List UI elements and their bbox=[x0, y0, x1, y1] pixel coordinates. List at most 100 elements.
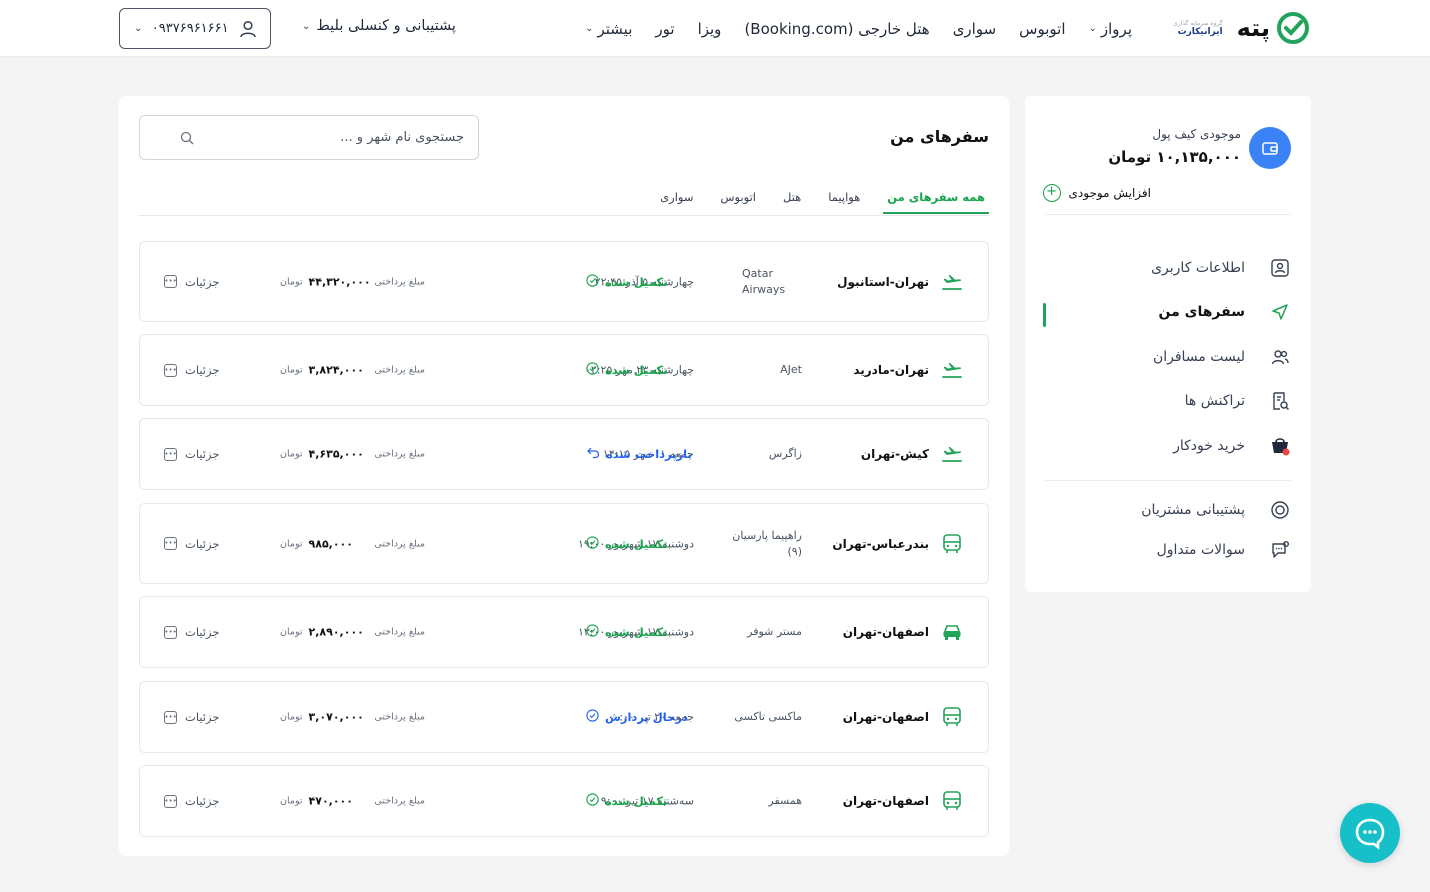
check-circle-icon bbox=[586, 709, 599, 725]
trip-status-label: تکمیل شده bbox=[605, 536, 668, 551]
trip-carrier: همسفر bbox=[768, 794, 802, 807]
tab-bus[interactable]: اتوبوس bbox=[716, 186, 760, 212]
details-button[interactable]: ••• جزئیات bbox=[164, 447, 219, 461]
details-button[interactable]: ••• جزئیات bbox=[164, 710, 219, 724]
details-label: جزئیات bbox=[185, 625, 220, 639]
search-box[interactable] bbox=[139, 115, 479, 160]
pateh-logo-icon bbox=[1277, 12, 1309, 44]
user-account-button[interactable]: ۰۹۳۷۶۹۶۱۶۶۱ ⌄ bbox=[119, 8, 271, 49]
trip-carrier: Qatar Airways bbox=[742, 266, 786, 296]
check-circle-icon bbox=[586, 793, 599, 809]
search-input[interactable] bbox=[194, 130, 464, 145]
users-icon bbox=[1269, 346, 1291, 368]
trip-status: تکمیل شده bbox=[586, 535, 668, 552]
trip-amount: تومان ۴,۶۳۵,۰۰۰ bbox=[280, 448, 364, 461]
nav-more[interactable]: بیشتر ⌄ bbox=[585, 20, 632, 38]
more-icon: ••• bbox=[164, 363, 177, 377]
sidebar-item-support[interactable]: پشتیبانی مشتریان bbox=[1045, 495, 1291, 525]
amount-value: ۴,۶۳۵,۰۰۰ bbox=[308, 447, 364, 461]
trip-status-label: تکمیل شده bbox=[605, 363, 668, 377]
currency-label: تومان bbox=[280, 448, 303, 460]
bus-icon bbox=[941, 533, 963, 555]
nav-car[interactable]: سواری bbox=[953, 20, 996, 38]
details-label: جزئیات bbox=[185, 447, 220, 461]
details-button[interactable]: ••• جزئیات bbox=[164, 275, 219, 289]
amount-value: ۳,۸۲۴,۰۰۰ bbox=[308, 363, 364, 377]
check-circle-icon bbox=[586, 535, 599, 552]
support-icon bbox=[1269, 499, 1291, 521]
divider bbox=[1045, 480, 1291, 481]
trip-carrier: مستر شوفر bbox=[747, 625, 802, 638]
details-button[interactable]: ••• جزئیات bbox=[164, 363, 219, 377]
pay-label: مبلغ پرداختی bbox=[374, 711, 425, 723]
trip-status: درحال پردازش bbox=[586, 709, 688, 725]
chevron-down-icon: ⌄ bbox=[585, 23, 594, 34]
add-balance-button[interactable]: افزایش موجودی + bbox=[1042, 184, 1151, 202]
sidebar-item-transactions[interactable]: تراکنش ها bbox=[1045, 386, 1291, 416]
details-label: جزئیات bbox=[185, 274, 220, 289]
trip-status: بازپرداخت شده bbox=[586, 446, 692, 462]
tab-plane[interactable]: هواپیما bbox=[824, 186, 864, 212]
chevron-down-icon: ⌄ bbox=[134, 23, 143, 34]
amount-value: ۳,۰۷۰,۰۰۰ bbox=[308, 710, 364, 724]
trip-status-label: درحال پردازش bbox=[605, 710, 688, 724]
details-button[interactable]: ••• جزئیات bbox=[164, 794, 219, 808]
trip-status: تکمیل شده bbox=[586, 362, 667, 378]
nav-hotel[interactable]: هتل خارجی (Booking.com) bbox=[744, 20, 929, 38]
more-icon: ••• bbox=[164, 447, 177, 461]
trip-amount: تومان ۴۷۰,۰۰۰ bbox=[280, 795, 353, 808]
trip-status-label: تکمیل شده bbox=[605, 625, 668, 639]
plane-icon bbox=[941, 359, 963, 381]
nav-visa[interactable]: ویزا bbox=[698, 20, 722, 38]
nav-bus[interactable]: اتوبوس bbox=[1019, 20, 1065, 38]
trip-route: اصفهان-تهران bbox=[842, 625, 929, 639]
partner-badge: گروه سرمایه گذاری ایرانیکارت bbox=[1173, 20, 1223, 37]
trip-status-label: تکمیل شده bbox=[605, 794, 668, 808]
refund-icon bbox=[586, 446, 600, 462]
trip-row: تهران-استانبول Qatar Airways چهارشنبه ۵ … bbox=[139, 241, 989, 322]
trip-route: بندرعباس-تهران bbox=[832, 536, 929, 551]
tab-car[interactable]: سواری bbox=[656, 186, 697, 212]
nav-tour-label: تور bbox=[655, 19, 675, 38]
support-dropdown[interactable]: پشتیبانی و کنسلی بلیط ⌄ bbox=[302, 18, 456, 34]
chevron-down-icon: ⌄ bbox=[1088, 23, 1097, 34]
search-icon bbox=[180, 131, 194, 144]
details-button[interactable]: ••• جزئیات bbox=[164, 625, 219, 639]
user-phone: ۰۹۳۷۶۹۶۱۶۶۱ bbox=[151, 21, 229, 36]
user-icon bbox=[240, 20, 256, 37]
trip-status: تکمیل شده bbox=[586, 624, 667, 640]
trip-route: کیش-تهران bbox=[860, 447, 929, 461]
chat-button[interactable] bbox=[1340, 803, 1400, 863]
trip-amount: تومان ۳,۸۲۴,۰۰۰ bbox=[280, 364, 364, 377]
sidebar-item-label: تراکنش ها bbox=[1184, 393, 1245, 409]
more-icon: ••• bbox=[164, 794, 177, 808]
trip-amount: تومان ۴۴,۳۲۰,۰۰۰ bbox=[280, 275, 371, 288]
sidebar-item-label: سفرهای من bbox=[1158, 304, 1246, 320]
chevron-down-icon: ⌄ bbox=[302, 20, 311, 32]
nav-flight[interactable]: پرواز ⌄ bbox=[1089, 20, 1133, 38]
more-icon: ••• bbox=[164, 275, 177, 288]
details-button[interactable]: ••• جزئیات bbox=[164, 537, 219, 551]
trip-status: تکمیل شده bbox=[586, 793, 667, 809]
trip-carrier: ماکسی تاکسی bbox=[734, 710, 802, 723]
trip-row: تهران-مادرید AJet چهارشنبه ۲۳ مهر ۰۲:۲۵ … bbox=[139, 334, 989, 406]
sidebar-item-label: سوالات متداول bbox=[1156, 542, 1245, 558]
sidebar-item-auto-buy[interactable]: خرید خودکار bbox=[1045, 431, 1291, 461]
nav-car-label: سواری bbox=[952, 19, 997, 38]
currency-label: تومان bbox=[280, 276, 303, 287]
nav-bus-label: اتوبوس bbox=[1019, 19, 1066, 38]
wallet-label: موجودی کیف پول bbox=[1152, 127, 1241, 141]
trip-route: اصفهان-تهران bbox=[842, 710, 929, 724]
tab-all-trips[interactable]: همه سفرهای من bbox=[883, 186, 989, 214]
nav-visa-label: ویزا bbox=[697, 19, 722, 38]
sidebar-item-faq[interactable]: سوالات متداول bbox=[1045, 535, 1291, 565]
brand-logo[interactable]: پته bbox=[1237, 11, 1310, 45]
sidebar-item-user-info[interactable]: اطلاعات کاربری bbox=[1045, 253, 1291, 283]
sidebar-item-my-trips[interactable]: سفرهای من bbox=[1045, 297, 1291, 327]
page-title: سفرهای من bbox=[890, 127, 989, 146]
tab-hotel[interactable]: هتل bbox=[779, 186, 805, 212]
sidebar-item-passengers[interactable]: لیست مسافران bbox=[1045, 342, 1291, 372]
account-sidebar: موجودی کیف پول ۱۰,۱۳۵,۰۰۰ تومان افزایش م… bbox=[1025, 96, 1311, 592]
nav-tour[interactable]: تور bbox=[655, 20, 674, 38]
amount-value: ۲,۸۹۰,۰۰۰ bbox=[308, 625, 364, 639]
